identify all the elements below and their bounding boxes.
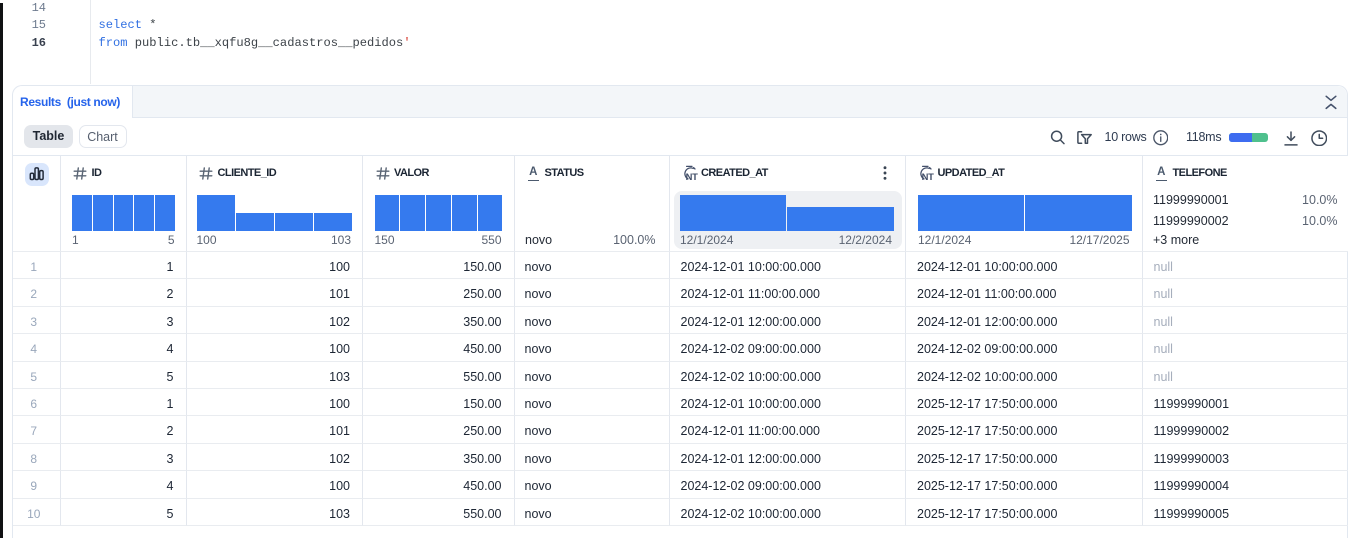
svg-text:NT: NT: [922, 171, 934, 182]
svg-text:NT: NT: [685, 171, 697, 182]
